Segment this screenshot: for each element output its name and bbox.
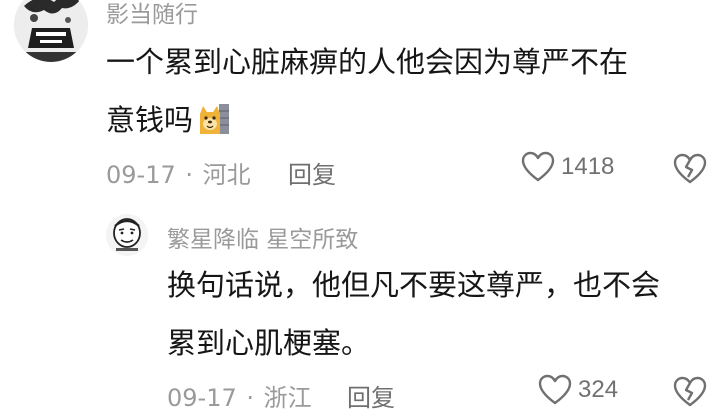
avatar[interactable] xyxy=(106,214,148,256)
meta-separator: · xyxy=(185,161,194,189)
reply-date: 09-17 xyxy=(167,384,237,412)
reply-meta: 09-17 · 浙江 xyxy=(167,378,312,413)
like-count: 1418 xyxy=(561,153,615,180)
reply-username[interactable]: 繁星降临 星空所致 xyxy=(167,220,358,254)
reply-button[interactable]: 回复 xyxy=(347,378,395,413)
comment-location: 河北 xyxy=(202,161,251,189)
comment-text-line: 一个累到心脏麻痹的人他会因为尊严不在 xyxy=(106,45,629,79)
broken-heart-icon xyxy=(673,153,707,189)
like-button[interactable]: 324 xyxy=(538,374,618,406)
comment-username[interactable]: 影当随行 xyxy=(106,0,198,29)
heart-icon xyxy=(521,151,555,183)
heart-icon xyxy=(538,374,572,406)
comment-date: 09-17 xyxy=(106,161,176,189)
reply-button[interactable]: 回复 xyxy=(288,155,336,190)
dislike-button[interactable] xyxy=(673,376,707,412)
broken-heart-icon xyxy=(673,376,707,412)
comment-item: 影当随行 一个累到心脏麻痹的人他会因为尊严不在 意钱吗 09-17 · 河北 回… xyxy=(0,0,720,200)
like-button[interactable]: 1418 xyxy=(521,151,614,183)
meta-separator: · xyxy=(246,384,255,412)
reply-text-line-2: 累到心肌梗塞。 xyxy=(167,326,371,360)
comment-text-content: 意钱吗 xyxy=(106,103,194,137)
avatar[interactable] xyxy=(14,0,88,62)
reply-item: 繁星降临 星空所致 换句话说，他但凡不要这尊严，也不会 累到心肌梗塞。 09-1… xyxy=(0,200,720,412)
avatar-image xyxy=(14,0,88,62)
reply-text-line: 换句话说，他但凡不要这尊严，也不会 xyxy=(167,268,661,302)
like-count: 324 xyxy=(578,376,619,403)
comment-meta: 09-17 · 河北 xyxy=(106,155,251,190)
avatar-image xyxy=(106,214,148,256)
comment-text-line-2: 意钱吗 xyxy=(106,91,231,155)
doge-icon xyxy=(197,97,231,155)
reply-location: 浙江 xyxy=(263,384,312,412)
dislike-button[interactable] xyxy=(673,153,707,189)
